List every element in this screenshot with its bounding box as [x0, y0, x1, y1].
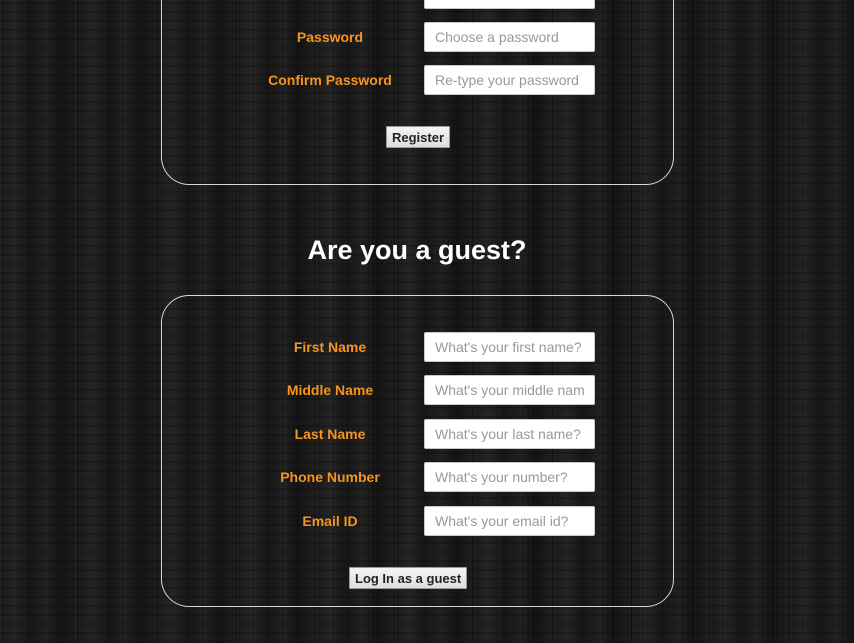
previous-field[interactable] [424, 0, 595, 9]
middle-name-input[interactable] [424, 375, 595, 405]
register-panel [161, 0, 674, 185]
last-name-input[interactable] [424, 419, 595, 449]
guest-heading: Are you a guest? [307, 235, 527, 265]
middle-name-label: Middle Name [286, 382, 374, 398]
confirm-password-label: Confirm Password [268, 72, 392, 88]
last-name-label: Last Name [294, 426, 366, 442]
guest-login-button[interactable]: Log In as a guest [349, 567, 468, 589]
confirm-password-input[interactable] [424, 65, 595, 95]
email-id-input[interactable] [424, 506, 595, 536]
register-button[interactable]: Register [386, 126, 451, 148]
phone-number-label: Phone Number [280, 469, 380, 485]
password-label: Password [296, 29, 364, 45]
first-name-label: First Name [293, 339, 367, 355]
password-input[interactable] [424, 22, 595, 52]
phone-number-input[interactable] [424, 462, 595, 492]
guest-panel [161, 295, 674, 607]
first-name-input[interactable] [424, 332, 595, 362]
email-id-label: Email ID [302, 513, 358, 529]
